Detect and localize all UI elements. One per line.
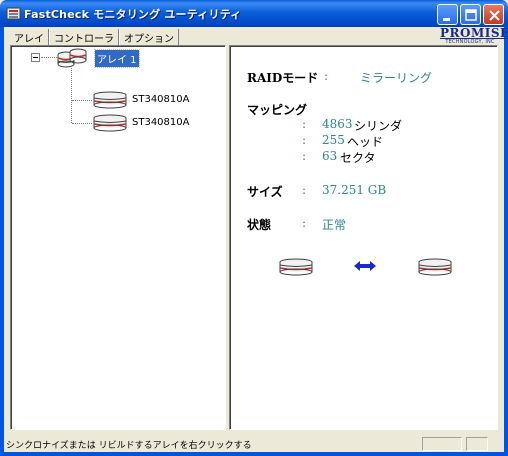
raid-mode-value: ミラーリング — [360, 71, 433, 85]
mirror-source-disk-icon — [279, 258, 313, 276]
maximize-button[interactable] — [460, 4, 481, 25]
status-bar: シンクロナイズまたは リビルドするアレイを右クリックする — [4, 436, 504, 452]
cylinders-unit: シリンダ — [354, 119, 403, 133]
raid-mode-label: RAIDモード — [247, 71, 319, 85]
client-area: アレイ コントローラ オプション PROMISE TECHNOLOGY, INC — [4, 26, 508, 452]
tab-controller[interactable]: コントローラ — [49, 29, 119, 45]
size-colon: : — [302, 183, 307, 197]
mapping-label: マッピング — [247, 103, 308, 117]
resize-grip[interactable] — [491, 437, 503, 451]
disk-icon — [93, 91, 127, 109]
status-cell — [466, 437, 488, 451]
cylinders-colon: : — [302, 117, 307, 131]
app-icon — [6, 7, 21, 20]
title-bar[interactable]: FastCheck モニタリング ユーティリティ — [0, 0, 508, 27]
array-tree-pane[interactable]: アレイ 1 ST340810A ST340810A — [10, 45, 226, 430]
array-details-pane: RAIDモード : ミラーリング マッピング : 4863 シリンダ : 255… — [229, 45, 498, 430]
window-title: FastCheck モニタリング ユーティリティ — [24, 8, 242, 21]
mirror-arrow-icon — [354, 261, 376, 271]
collapse-toggle[interactable] — [31, 53, 40, 62]
sectors-colon: : — [302, 149, 307, 163]
status-message: シンクロナイズまたは リビルドするアレイを右クリックする — [6, 441, 252, 451]
size-value: 37.251 GB — [322, 183, 387, 197]
minimize-icon — [443, 18, 450, 21]
disk-icon — [93, 114, 127, 132]
sectors-unit: セクタ — [340, 151, 376, 165]
cylinders-value: 4863 — [322, 117, 353, 131]
tab-strip: アレイ コントローラ オプション — [10, 29, 179, 45]
tab-options[interactable]: オプション — [119, 29, 179, 45]
status-value: 正常 — [322, 218, 347, 232]
close-button[interactable] — [483, 4, 504, 25]
maximize-icon — [465, 9, 477, 21]
heads-unit: ヘッド — [347, 135, 384, 149]
sectors-value: 63 — [322, 149, 338, 163]
mirror-target-disk-icon — [418, 258, 452, 276]
tab-array[interactable]: アレイ — [10, 29, 49, 45]
size-label: サイズ — [247, 185, 283, 199]
minimize-button[interactable] — [437, 4, 458, 25]
close-icon — [489, 10, 500, 21]
status-colon: : — [302, 216, 307, 230]
raid-array-icon — [57, 48, 87, 68]
raid-mode-colon: : — [324, 69, 329, 83]
heads-colon: : — [302, 133, 307, 147]
heads-value: 255 — [322, 133, 345, 147]
tree-item-array-1[interactable]: アレイ 1 — [94, 49, 140, 68]
tree-item-disk-2[interactable]: ST340810A — [132, 117, 189, 128]
status-cell — [422, 437, 462, 451]
app-window: FastCheck モニタリング ユーティリティ アレイ コントローラ オプショ… — [0, 0, 508, 456]
status-label: 状態 — [247, 218, 272, 232]
logo-brand: PROMISE — [440, 26, 508, 40]
promise-logo: PROMISE TECHNOLOGY, INC — [440, 26, 508, 45]
tree-item-disk-1[interactable]: ST340810A — [132, 94, 189, 105]
